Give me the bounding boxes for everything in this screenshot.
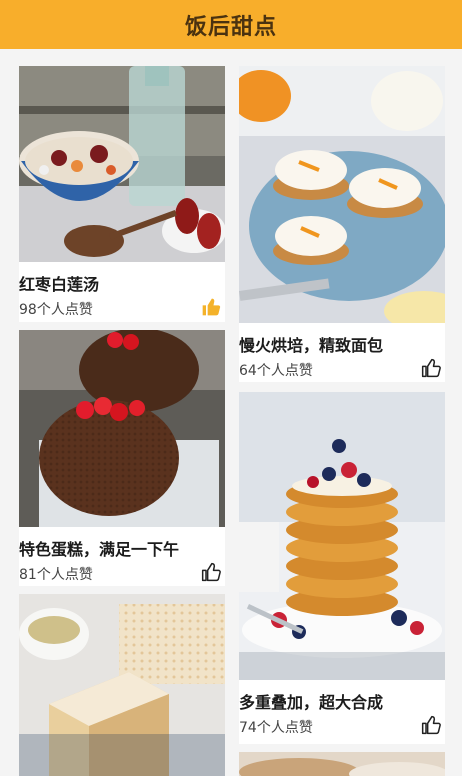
like-count: 98个人点赞 xyxy=(19,302,93,318)
recipe-card-pancake-stack[interactable]: 多重叠加，超大合成 74个人点赞 xyxy=(239,392,445,744)
thumbs-up-icon[interactable] xyxy=(421,358,441,378)
napoleon-cake-photo xyxy=(19,594,225,776)
pumpkin-cake-photo xyxy=(239,66,445,323)
thumbs-up-icon[interactable] xyxy=(201,562,221,582)
recipe-card-chocolate-cake[interactable]: 特色蛋糕，满足一下午 81个人点赞 xyxy=(19,330,225,586)
recipe-card-bottom[interactable] xyxy=(239,752,445,776)
dessert-photo xyxy=(239,752,445,776)
card-title: 慢火烘培，精致面包 xyxy=(239,336,384,355)
soup-photo xyxy=(19,66,225,262)
pancake-stack-photo xyxy=(239,392,445,680)
card-title: 多重叠加，超大合成 xyxy=(239,693,384,712)
recipe-card-pumpkin-bread[interactable]: 慢火烘培，精致面包 64个人点赞 xyxy=(239,66,445,382)
like-count: 64个人点赞 xyxy=(239,363,313,379)
page-title: 饭后甜点 xyxy=(184,14,277,40)
like-count: 74个人点赞 xyxy=(239,720,313,736)
app-header: 饭后甜点 xyxy=(0,0,462,49)
thumbs-up-icon[interactable] xyxy=(421,715,441,735)
card-title: 特色蛋糕，满足一下午 xyxy=(19,540,180,559)
thumbs-up-icon-liked[interactable] xyxy=(201,297,221,317)
recipe-card-napoleon-cake[interactable] xyxy=(19,594,225,776)
like-count: 81个人点赞 xyxy=(19,567,93,583)
chocolate-cake-photo xyxy=(19,330,225,527)
card-title: 红枣白莲汤 xyxy=(19,275,100,294)
recipe-card-lotus-soup[interactable]: 红枣白莲汤 98个人点赞 xyxy=(19,66,225,322)
